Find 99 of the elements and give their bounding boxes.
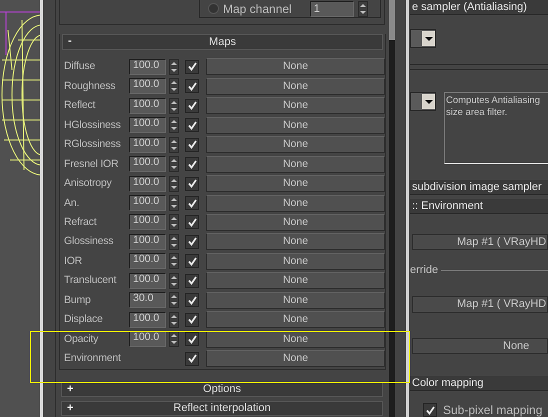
group-label: erride — [410, 264, 438, 276]
map-slot-label: Roughness — [64, 80, 116, 92]
spinner-arrows-icon[interactable] — [169, 312, 179, 328]
spinner-arrows-icon[interactable] — [169, 98, 179, 114]
enable-checkbox[interactable] — [185, 312, 199, 327]
map-slot-label: Anisotropy — [64, 178, 113, 190]
amount-field[interactable]: 100.0 — [129, 58, 166, 75]
enable-checkbox[interactable] — [185, 215, 199, 230]
enable-checkbox[interactable] — [185, 98, 199, 113]
map-button[interactable]: None — [206, 252, 385, 270]
amount-field[interactable]: 100.0 — [129, 136, 166, 153]
map-channel-label: Map channel — [223, 2, 292, 16]
map-button[interactable]: None — [206, 292, 385, 309]
map-button[interactable]: None — [206, 136, 385, 154]
map-button[interactable]: None — [206, 272, 385, 290]
enable-checkbox[interactable] — [185, 254, 199, 268]
amount-field[interactable]: 100.0 — [129, 195, 166, 212]
map-button[interactable]: None — [206, 97, 385, 114]
amount-field[interactable]: 100.0 — [129, 98, 166, 114]
map-button[interactable]: None — [206, 78, 385, 95]
spinner-arrows-icon[interactable] — [358, 0, 368, 16]
enable-checkbox[interactable] — [185, 60, 199, 74]
amount-field[interactable]: 100.0 — [129, 272, 166, 289]
environment-map-button[interactable]: Map #1 ( VRayHD — [412, 234, 548, 250]
enable-checkbox[interactable] — [185, 293, 199, 308]
map-slot-label: Bump — [64, 294, 92, 306]
spinner-arrows-icon[interactable] — [169, 156, 179, 172]
map-button[interactable]: None — [206, 233, 385, 250]
rollout-header[interactable]: e sampler (Antialiasing) — [410, 0, 548, 16]
map-slot-label: Fresnel IOR — [64, 158, 120, 170]
amount-field[interactable]: 100.0 — [129, 253, 166, 270]
map-button[interactable]: None — [206, 194, 385, 212]
map-slot-label: IOR — [64, 256, 84, 267]
amount-field[interactable]: 100.0 — [129, 78, 166, 94]
enable-checkbox[interactable] — [185, 196, 199, 210]
spinner-arrows-icon[interactable] — [169, 195, 179, 212]
spinner-arrows-icon[interactable] — [169, 292, 179, 308]
amount-field[interactable]: 100.0 — [129, 234, 166, 250]
rollout-header[interactable]: + Options — [61, 382, 383, 396]
spinner-arrows-icon[interactable] — [169, 78, 179, 94]
map-slot-label: HGlossiness — [64, 120, 122, 131]
map-button[interactable]: None — [206, 175, 385, 192]
map-button[interactable]: None — [206, 330, 385, 348]
map-button[interactable]: None — [412, 338, 548, 354]
enable-checkbox[interactable] — [185, 79, 199, 94]
enable-checkbox[interactable] — [185, 176, 199, 191]
amount-field[interactable]: 100.0 — [129, 214, 166, 230]
map-button[interactable]: None — [206, 156, 385, 173]
spinner-arrows-icon[interactable] — [169, 214, 179, 230]
amount-field[interactable]: 100.0 — [129, 312, 166, 328]
rollout-header[interactable]: - Maps — [62, 34, 383, 50]
rollout-header[interactable]: Color mapping — [410, 376, 548, 392]
map-button[interactable]: None — [206, 311, 385, 328]
enable-checkbox[interactable] — [185, 274, 199, 288]
map-button[interactable]: None — [206, 214, 385, 231]
override-map-button[interactable]: Map #1 ( VRayHD — [412, 296, 548, 313]
radio-button[interactable] — [208, 3, 219, 14]
spinner-arrows-icon[interactable] — [169, 234, 179, 250]
dropdown[interactable] — [410, 29, 436, 48]
spinner-arrows-icon[interactable] — [169, 253, 179, 270]
spinner-arrows-icon[interactable] — [169, 58, 179, 75]
checkbox[interactable] — [423, 403, 437, 417]
filter-description: Computes Antialiasing size area filter. — [444, 92, 548, 164]
map-button[interactable]: None — [206, 350, 385, 368]
map-slot-label: Displace — [64, 314, 104, 326]
sub-pixel-mapping-label: Sub-pixel mapping — [443, 403, 542, 417]
amount-field[interactable]: 100.0 — [129, 156, 166, 172]
spinner-arrows-icon[interactable] — [169, 272, 179, 289]
enable-checkbox[interactable] — [185, 118, 199, 132]
spinner-arrows-icon[interactable] — [169, 176, 179, 192]
map-slot-label: Diffuse — [64, 61, 96, 72]
map-slot-label: Reflect — [64, 100, 96, 112]
map-slot-label: RGlossiness — [64, 139, 122, 150]
map-button[interactable]: None — [206, 116, 385, 134]
dropdown[interactable] — [410, 92, 436, 112]
enable-checkbox[interactable] — [185, 332, 199, 346]
rollout-header[interactable]: subdivision image sampler — [410, 180, 548, 195]
map-slot-label: Glossiness — [64, 236, 114, 248]
map-slot-label: Translucent — [64, 275, 118, 286]
enable-checkbox[interactable] — [185, 157, 199, 172]
map-slot-label: Environment — [64, 353, 122, 364]
map-button[interactable]: None — [206, 58, 385, 76]
rollout-header[interactable]: + Reflect interpolation — [61, 400, 383, 416]
rollout-header[interactable]: :: Environment — [410, 198, 548, 214]
spinner-arrows-icon[interactable] — [169, 331, 179, 348]
scrollbar-thumb[interactable] — [389, 0, 395, 40]
enable-checkbox[interactable] — [185, 138, 199, 152]
amount-field[interactable]: 100.0 — [129, 117, 166, 134]
amount-field[interactable]: 100.0 — [129, 331, 166, 348]
amount-field[interactable]: 30.0 — [129, 292, 166, 308]
amount-field[interactable]: 100.0 — [129, 176, 166, 192]
map-channel-field[interactable]: 1 — [310, 0, 354, 16]
map-slot-label: Refract — [64, 216, 98, 228]
map-slot-label: An. — [64, 198, 80, 209]
spinner-arrows-icon[interactable] — [169, 117, 179, 134]
spinner-arrows-icon[interactable] — [169, 136, 179, 153]
map-slot-label: Opacity — [64, 334, 100, 345]
enable-checkbox[interactable] — [185, 352, 199, 366]
enable-checkbox[interactable] — [185, 234, 199, 249]
